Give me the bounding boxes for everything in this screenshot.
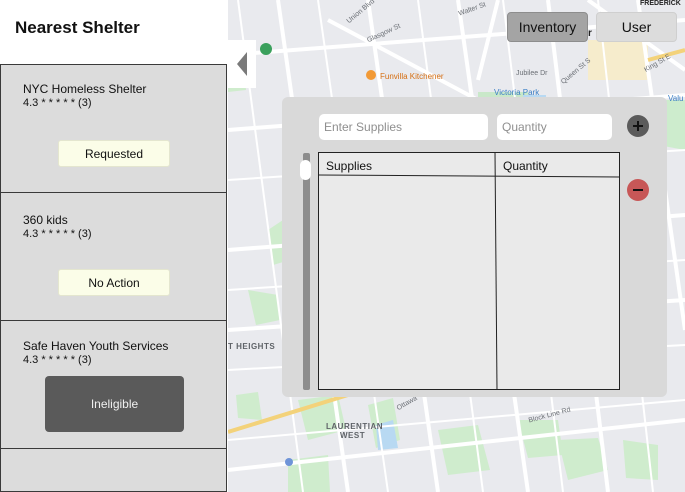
sidebar-title: Nearest Shelter: [15, 18, 140, 37]
plus-icon: [633, 121, 643, 131]
shelter-rating: 4.3 * * * * * (3): [23, 228, 92, 240]
shelter-rating: 4.3 * * * * * (3): [23, 97, 92, 109]
shelter-sidebar: Nearest Shelter NYC Homeless Shelter 4.3…: [0, 0, 228, 492]
shelter-card[interactable]: [0, 448, 227, 492]
column-header-supplies: Supplies: [326, 159, 373, 173]
shelter-card[interactable]: Safe Haven Youth Services 4.3 * * * * * …: [0, 320, 227, 449]
map-label-r: r: [588, 28, 592, 39]
table-grid: [318, 152, 620, 390]
map-label-jubilee: Jubilee Dr: [516, 70, 548, 77]
supplies-table: Supplies Quantity: [318, 152, 620, 390]
shelter-rating: 4.3 * * * * * (3): [23, 354, 92, 366]
status-button[interactable]: No Action: [58, 269, 170, 296]
map-label-funvilla: Funvilla Kitchener: [380, 72, 444, 81]
map-label-heights: T HEIGHTS: [228, 342, 276, 351]
chevron-left-icon: [237, 52, 247, 76]
status-button[interactable]: Ineligible: [45, 376, 184, 432]
collapse-sidebar-button[interactable]: [228, 40, 256, 88]
user-button[interactable]: User: [596, 12, 677, 42]
shelter-name: NYC Homeless Shelter: [23, 82, 147, 96]
minus-icon: [633, 189, 643, 191]
scrollbar[interactable]: [300, 153, 311, 390]
supplies-input[interactable]: [319, 114, 488, 140]
quantity-input[interactable]: [497, 114, 612, 140]
shelter-name: 360 kids: [23, 213, 68, 227]
shelter-card[interactable]: NYC Homeless Shelter 4.3 * * * * * (3) R…: [0, 64, 227, 193]
shelter-card[interactable]: 360 kids 4.3 * * * * * (3) No Action: [0, 192, 227, 321]
map-label-west: WEST: [340, 431, 366, 440]
remove-supply-button[interactable]: [627, 179, 649, 201]
map-label-laurentian: LAURENTIAN: [326, 422, 383, 431]
column-header-quantity: Quantity: [503, 159, 548, 173]
scroll-thumb[interactable]: [300, 160, 311, 180]
shelter-name: Safe Haven Youth Services: [23, 339, 169, 353]
add-supply-button[interactable]: [627, 115, 649, 137]
map-label-victoria-park: Victoria Park: [494, 88, 540, 97]
inventory-button[interactable]: Inventory: [507, 12, 588, 42]
map-label-valu: Valu: [668, 94, 684, 103]
status-button[interactable]: Requested: [58, 140, 170, 167]
map-label-frederick: FREDERICK: [640, 0, 681, 7]
inventory-panel: Supplies Quantity: [282, 97, 667, 397]
